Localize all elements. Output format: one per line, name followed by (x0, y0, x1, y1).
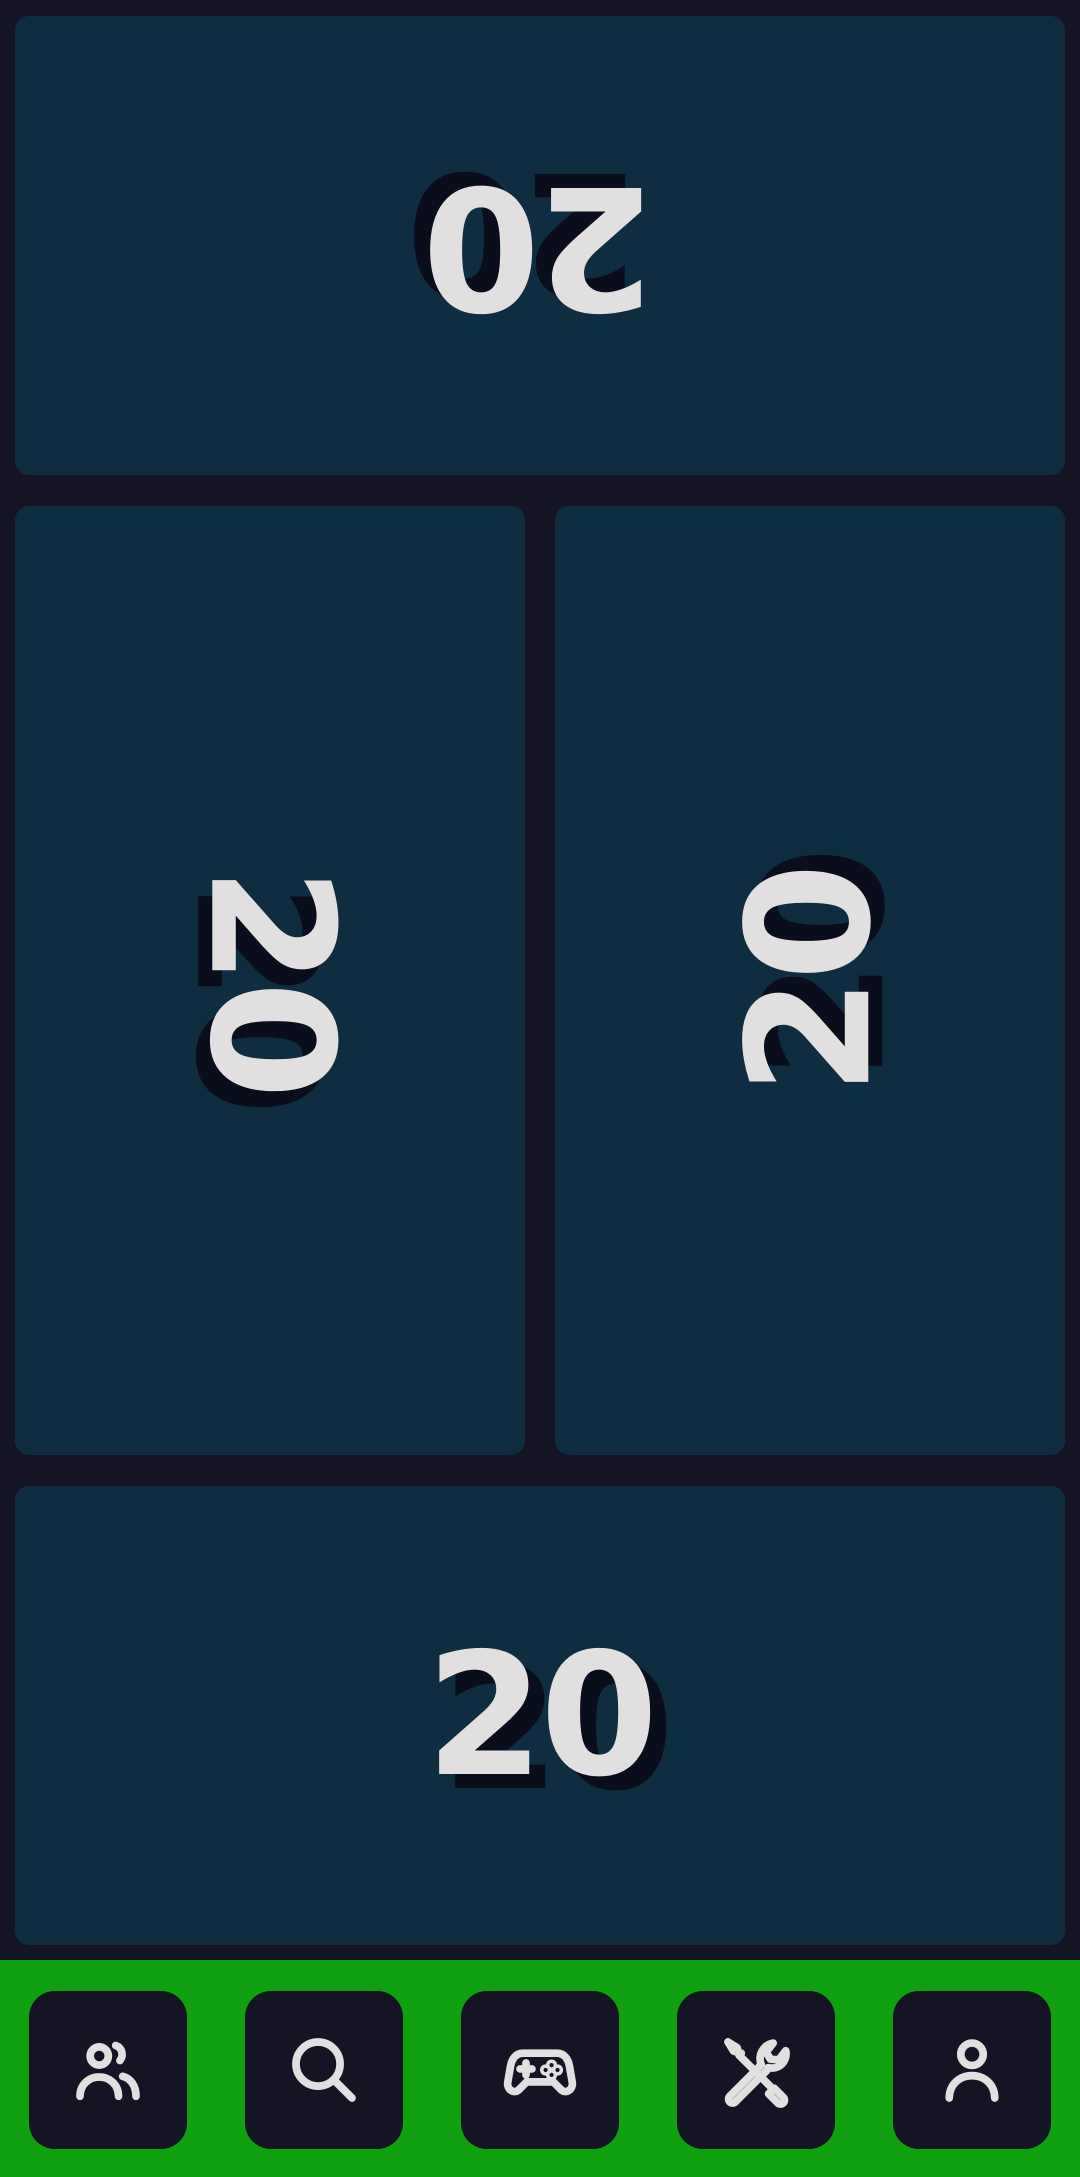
players-button[interactable] (29, 1991, 187, 2149)
gamepad-icon (503, 2049, 577, 2096)
bottom-nav-bar (0, 1960, 1080, 2177)
life-total-top: 20 (425, 146, 655, 345)
life-total-bottom: 20 (425, 1616, 659, 1815)
profile-button[interactable] (893, 1991, 1051, 2149)
player-panel-left[interactable]: 20 (15, 506, 525, 1455)
user-icon (945, 2039, 999, 2102)
search-button[interactable] (245, 1991, 403, 2149)
tools-button[interactable] (677, 1991, 835, 2149)
games-button[interactable] (461, 1991, 619, 2149)
users-icon (76, 2041, 140, 2101)
player-panel-bottom[interactable]: 20 (15, 1486, 1065, 1945)
search-icon (292, 2038, 356, 2102)
life-total-left: 20 (170, 866, 369, 1095)
player-panel-right[interactable]: 20 (555, 506, 1065, 1455)
player-panel-top[interactable]: 20 (15, 16, 1065, 475)
tools-icon (724, 2038, 790, 2108)
life-total-right: 20 (710, 866, 909, 1095)
